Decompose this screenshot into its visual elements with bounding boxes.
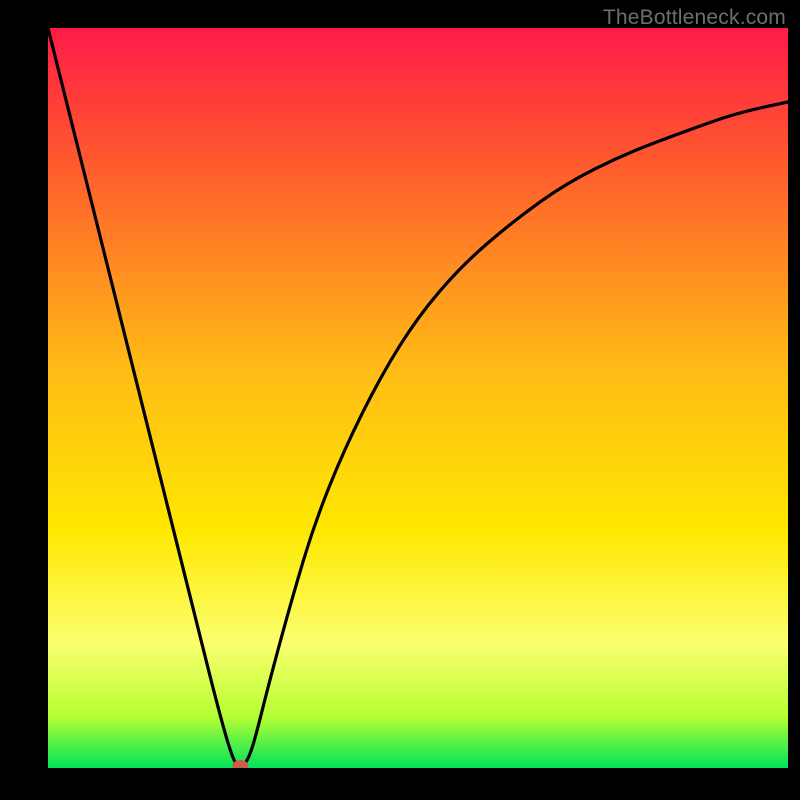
chart-svg [48, 28, 788, 768]
plot-area [48, 28, 788, 768]
gradient-background [48, 28, 788, 768]
chart-frame [48, 28, 788, 789]
watermark-text: TheBottleneck.com [603, 6, 786, 30]
